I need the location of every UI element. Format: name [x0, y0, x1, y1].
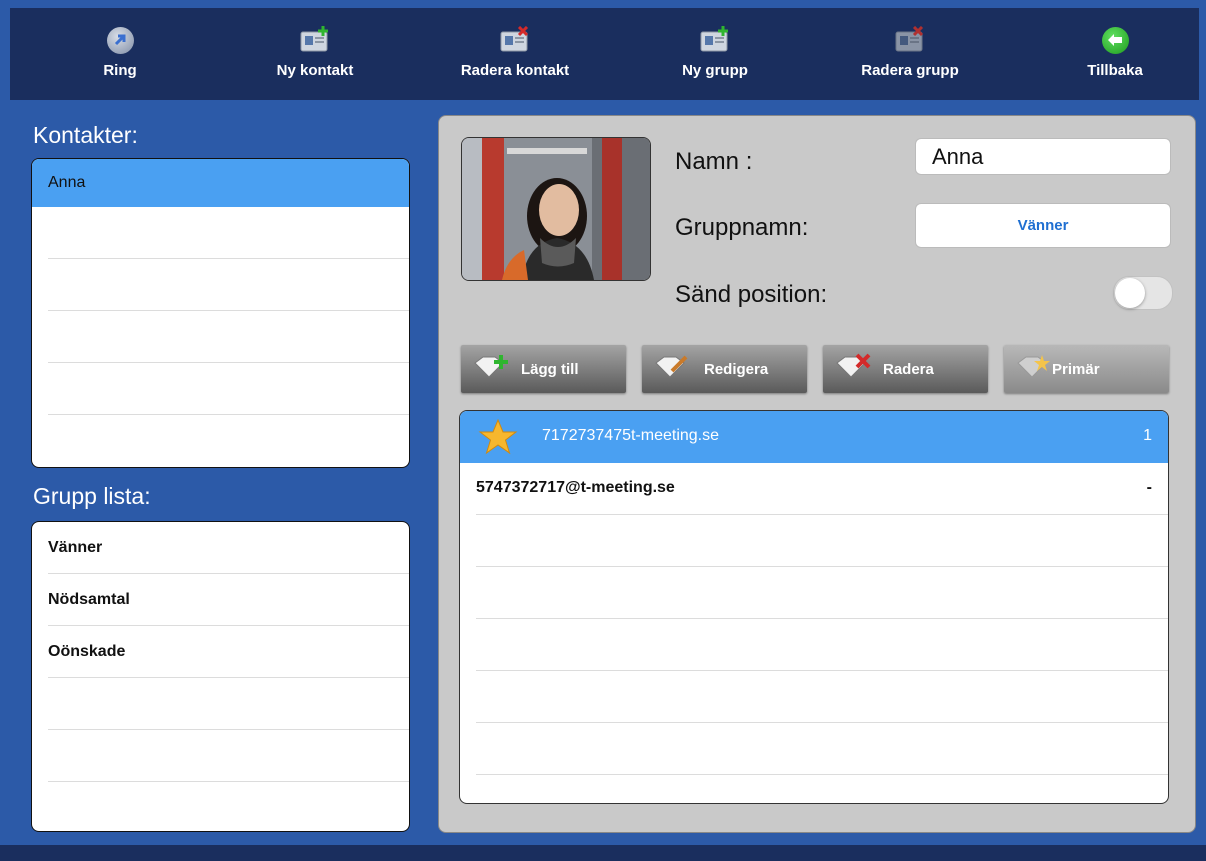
list-item[interactable]	[460, 567, 1168, 619]
bottom-bar	[0, 845, 1206, 861]
send-position-toggle[interactable]	[1113, 276, 1173, 310]
tag-edit-icon	[655, 355, 688, 378]
list-item[interactable]	[32, 730, 409, 782]
list-item[interactable]	[32, 363, 409, 415]
group-select[interactable]: Vänner	[915, 203, 1171, 248]
delete-group-label: Radera grupp	[861, 62, 959, 79]
new-group-button[interactable]: Ny grupp	[665, 8, 765, 100]
group-add-icon	[700, 26, 728, 52]
primary-number-label: Primär	[1052, 361, 1100, 378]
name-value: Anna	[932, 144, 984, 169]
contact-item-anna[interactable]: Anna	[32, 159, 409, 207]
address-value: 5747372717@t-meeting.se	[476, 479, 675, 496]
group-delete-icon	[895, 26, 924, 52]
group-label: Gruppnamn:	[675, 214, 809, 241]
delete-number-button[interactable]: Radera	[823, 345, 988, 393]
delete-contact-label: Radera kontakt	[460, 62, 570, 79]
group-item-vanner[interactable]: Vänner	[32, 522, 409, 574]
groups-list: Vänner Nödsamtal Oönskade	[31, 521, 410, 832]
ring-button[interactable]: Ring	[75, 8, 165, 100]
address-tag: -	[1146, 479, 1152, 496]
contact-add-icon	[300, 26, 328, 52]
phone-call-icon	[106, 26, 134, 54]
address-row-primary[interactable]: 7172737475t-meeting.se 1	[460, 411, 1168, 463]
group-value: Vänner	[1017, 217, 1069, 234]
name-field[interactable]: Anna	[915, 138, 1171, 175]
contact-name: Anna	[48, 174, 86, 191]
tag-delete-icon	[836, 353, 871, 378]
back-button[interactable]: Tillbaka	[1070, 8, 1160, 100]
contact-photo[interactable]	[461, 137, 651, 281]
list-item[interactable]	[460, 515, 1168, 567]
edit-number-button[interactable]: Redigera	[642, 345, 807, 393]
new-contact-label: Ny kontakt	[276, 62, 354, 79]
list-item[interactable]	[460, 619, 1168, 671]
list-item[interactable]	[32, 259, 409, 311]
add-number-label: Lägg till	[521, 361, 579, 378]
list-item[interactable]	[32, 415, 409, 467]
contacts-title: Kontakter:	[33, 122, 138, 148]
address-tag: 1	[1143, 427, 1152, 444]
delete-number-label: Radera	[883, 361, 934, 378]
delete-contact-button[interactable]: Radera kontakt	[450, 8, 580, 100]
contact-delete-icon	[500, 26, 529, 52]
add-number-button[interactable]: Lägg till	[461, 345, 626, 393]
back-arrow-icon	[1101, 26, 1129, 54]
list-item[interactable]	[460, 671, 1168, 723]
address-value: 7172737475t-meeting.se	[542, 427, 720, 444]
ring-label: Ring	[103, 62, 137, 79]
star-icon	[478, 418, 518, 455]
top-toolbar: Ring Ny kontakt Radera kontakt Ny grupp …	[10, 8, 1199, 100]
name-label: Namn :	[675, 148, 753, 175]
group-name: Nödsamtal	[48, 591, 130, 608]
group-name: Oönskade	[48, 643, 126, 660]
primary-number-button[interactable]: Primär	[1004, 345, 1169, 393]
groups-title: Grupp lista:	[33, 483, 151, 509]
send-position-label: Sänd position:	[675, 281, 828, 308]
list-item[interactable]	[32, 678, 409, 730]
toggle-knob	[1115, 278, 1145, 308]
edit-number-label: Redigera	[704, 361, 769, 378]
delete-group-button[interactable]: Radera grupp	[850, 8, 970, 100]
address-row[interactable]: 5747372717@t-meeting.se -	[460, 463, 1168, 515]
list-item[interactable]	[460, 723, 1168, 775]
group-item-nodsamtal[interactable]: Nödsamtal	[32, 574, 409, 626]
tag-primary-icon	[1017, 355, 1050, 378]
back-label: Tillbaka	[1087, 62, 1143, 79]
new-contact-button[interactable]: Ny kontakt	[260, 8, 370, 100]
tag-add-icon	[474, 355, 508, 378]
address-list: 7172737475t-meeting.se 1 5747372717@t-me…	[459, 410, 1169, 804]
contacts-list: Anna	[31, 158, 410, 468]
group-name: Vänner	[48, 539, 103, 556]
contact-detail-panel: Namn : Anna Gruppnamn: Vänner Sänd posit…	[438, 115, 1196, 833]
list-item[interactable]	[32, 311, 409, 363]
list-item[interactable]	[32, 207, 409, 259]
list-item[interactable]	[32, 782, 409, 831]
group-item-oonskade[interactable]: Oönskade	[32, 626, 409, 678]
new-group-label: Ny grupp	[682, 62, 748, 79]
